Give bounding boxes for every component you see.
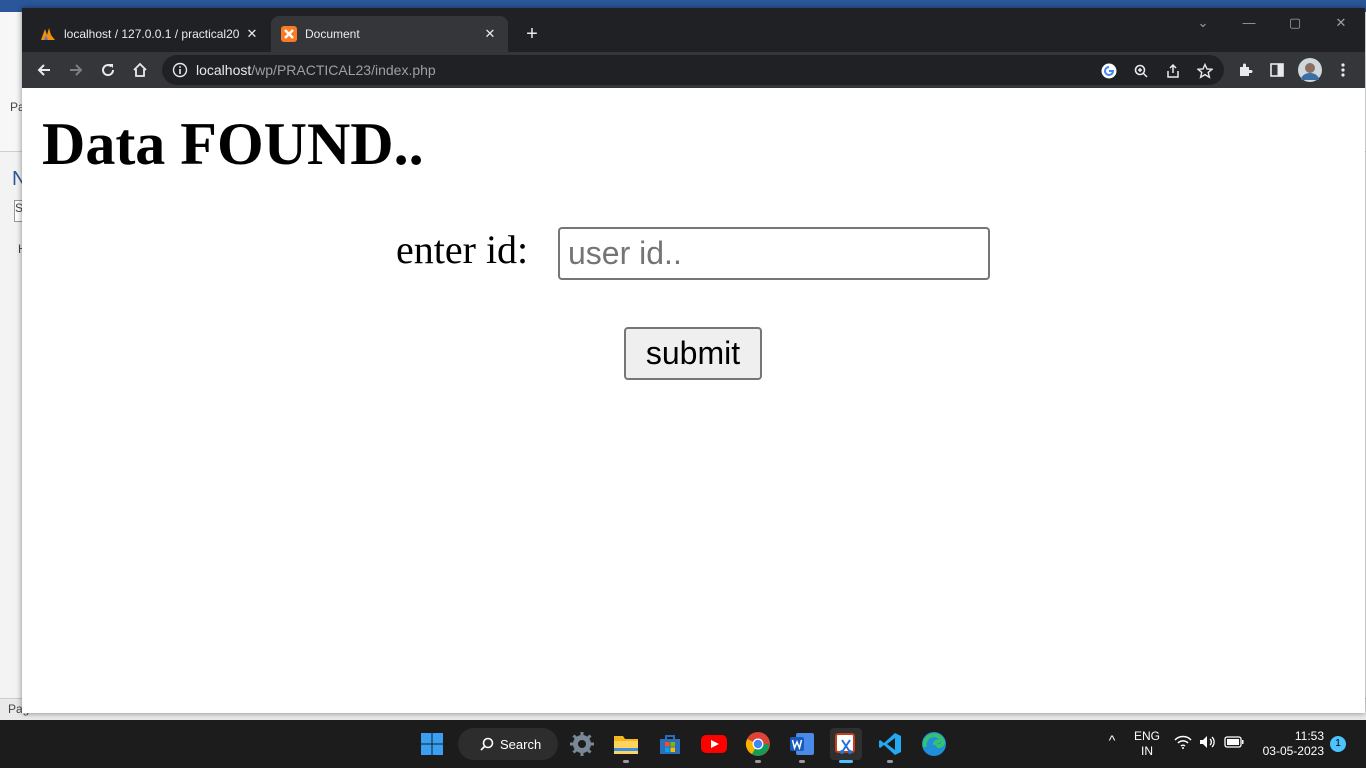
reload-icon	[102, 64, 115, 77]
back-button[interactable]	[32, 58, 56, 82]
url-path: /wp/PRACTICAL23/index.php	[251, 62, 436, 78]
tab-title: localhost / 127.0.0.1 / practical20	[64, 27, 240, 41]
home-icon	[133, 62, 147, 77]
google-icon[interactable]	[1100, 62, 1118, 80]
start-button[interactable]	[416, 728, 448, 760]
close-window-button[interactable]: ✕	[1321, 14, 1361, 38]
site-info-icon[interactable]	[172, 62, 188, 78]
minimize-button[interactable]: —	[1229, 14, 1269, 38]
youtube-icon[interactable]	[698, 728, 730, 760]
microsoft-store-icon[interactable]	[654, 728, 686, 760]
vscode-icon[interactable]	[874, 728, 906, 763]
close-icon[interactable]: ✕	[244, 26, 260, 42]
taskbar: Search ^ ENG IN 11:53 03-05-2023 1	[0, 720, 1366, 768]
clock-date: 03-05-2023	[1262, 744, 1324, 758]
language-indicator[interactable]: ENG IN	[1128, 729, 1166, 759]
reload-button[interactable]	[96, 58, 120, 82]
volume-icon[interactable]	[1199, 735, 1217, 752]
chevron-up-icon[interactable]: ^	[1100, 732, 1124, 748]
clock[interactable]: 11:53 03-05-2023	[1250, 729, 1324, 759]
settings-icon[interactable]	[566, 728, 598, 760]
tab-title: Document	[305, 27, 360, 41]
arrow-left-icon	[37, 64, 50, 76]
maximize-button[interactable]: ▢	[1275, 14, 1315, 38]
browser-toolbar: localhost/wp/PRACTICAL23/index.php	[22, 52, 1365, 88]
tab-search-icon[interactable]: ⌄	[1183, 14, 1223, 38]
id-label: enter id:	[396, 227, 529, 272]
forward-button[interactable]	[64, 58, 88, 82]
address-bar[interactable]: localhost/wp/PRACTICAL23/index.php	[162, 55, 1224, 85]
search-label: Search	[500, 736, 542, 752]
close-icon[interactable]: ✕	[482, 26, 498, 42]
browser-window: localhost / 127.0.0.1 / practical20 ✕ Do…	[22, 8, 1365, 713]
edge-icon[interactable]	[918, 728, 950, 760]
phpmyadmin-icon	[40, 26, 56, 42]
profile-avatar-icon[interactable]	[1298, 58, 1322, 82]
extensions-icon[interactable]	[1236, 61, 1254, 79]
page-content: Data FOUND.. enter id: submit	[22, 88, 1365, 713]
windows-logo-icon	[421, 733, 443, 755]
xampp-icon	[281, 26, 297, 42]
language-label: ENG	[1133, 729, 1160, 743]
menu-kebab-icon[interactable]	[1334, 61, 1352, 79]
file-explorer-icon[interactable]	[610, 728, 642, 763]
address-url: localhost/wp/PRACTICAL23/index.php	[196, 62, 436, 78]
wifi-icon[interactable]	[1174, 735, 1192, 752]
region-label: IN	[1141, 744, 1153, 758]
side-panel-icon[interactable]	[1268, 61, 1286, 79]
new-tab-button[interactable]: +	[520, 23, 544, 47]
page-heading: Data FOUND..	[42, 111, 424, 177]
user-id-input[interactable]	[558, 227, 990, 280]
notification-badge[interactable]: 1	[1330, 736, 1346, 752]
search-icon	[480, 737, 494, 751]
snipping-tool-icon[interactable]	[830, 728, 862, 763]
bookmark-star-icon[interactable]	[1196, 62, 1214, 80]
taskbar-search[interactable]: Search	[458, 728, 558, 760]
zoom-icon[interactable]	[1132, 62, 1150, 80]
chrome-icon[interactable]	[742, 728, 774, 763]
tab-document[interactable]: Document ✕	[271, 16, 508, 52]
battery-icon[interactable]	[1224, 736, 1244, 751]
arrow-right-icon	[70, 64, 83, 76]
word-icon[interactable]	[786, 728, 818, 763]
submit-button[interactable]: submit	[624, 327, 762, 380]
clock-time: 11:53	[1294, 729, 1324, 743]
tab-phpmyadmin[interactable]: localhost / 127.0.0.1 / practical20 ✕	[30, 16, 270, 52]
share-icon[interactable]	[1164, 62, 1182, 80]
home-button[interactable]	[128, 58, 152, 82]
url-host: localhost	[196, 62, 252, 78]
tab-strip: localhost / 127.0.0.1 / practical20 ✕ Do…	[22, 8, 1365, 52]
